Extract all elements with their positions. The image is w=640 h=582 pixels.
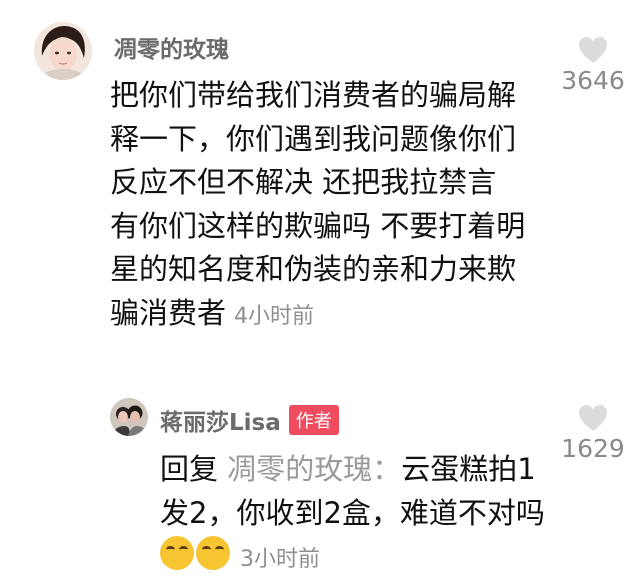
reply-body: 回复 凋零的玫瑰：云蛋糕拍1发2，你收到2盒，难道不对吗3小时前 — [160, 448, 560, 582]
reply-avatar[interactable] — [110, 398, 148, 436]
commenter-username[interactable]: 凋零的玫瑰 — [114, 30, 229, 64]
reply-target[interactable]: 凋零的玫瑰： — [227, 452, 401, 486]
reply-prefix: 回复 — [160, 452, 219, 486]
commenter-avatar[interactable] — [34, 22, 92, 80]
reply-time: 3小时前 — [240, 547, 320, 572]
comment-time: 4小时前 — [234, 303, 315, 329]
author-badge: 作者 — [288, 405, 339, 435]
comment-body: 把你们带给我们消费者的骗局解释一下，你们遇到我问题像你们反应不但不解决 还把我拉… — [110, 74, 530, 338]
comment-like-button[interactable]: 3646 — [533, 36, 640, 95]
reply-username-row: 蒋丽莎Lisa 作者 — [160, 403, 339, 437]
avatar-image — [110, 398, 148, 436]
comment-text: 把你们带给我们消费者的骗局解释一下，你们遇到我问题像你们反应不但不解决 还把我拉… — [110, 78, 526, 330]
avatar-image — [34, 22, 92, 80]
heart-icon — [579, 37, 607, 63]
reply-like-button[interactable]: 1629 — [533, 404, 640, 463]
heart-icon — [579, 405, 607, 431]
reply-like-count: 1629 — [561, 434, 625, 463]
comment-like-count: 3646 — [561, 66, 625, 95]
reply-username[interactable]: 蒋丽莎Lisa — [160, 410, 281, 436]
